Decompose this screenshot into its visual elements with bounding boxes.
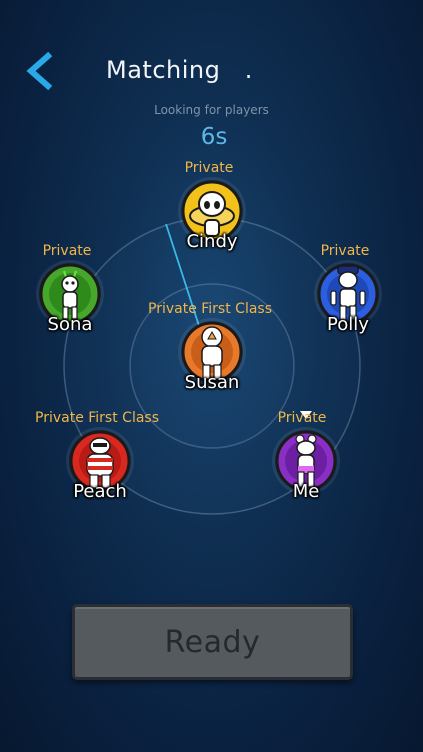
player-name: Cindy (186, 231, 238, 252)
player-rank: Private (320, 243, 370, 259)
ready-button[interactable]: Ready (72, 604, 353, 680)
player-rank: Private (42, 243, 92, 259)
player-name: Polly (327, 314, 369, 335)
player-rank: Private First Class (147, 301, 273, 317)
ready-button-label: Ready (164, 624, 261, 660)
player-rank: Private First Class (34, 410, 160, 426)
chevron-left-icon (26, 51, 53, 91)
player-name: Peach (73, 481, 127, 502)
player-rank: Private (277, 410, 327, 426)
back-button[interactable] (22, 51, 58, 91)
player-name: Sona (47, 314, 93, 335)
page-title: Matching . (106, 56, 253, 84)
status-subtitle: Looking for players (154, 103, 269, 117)
player-rank: Private (184, 160, 234, 176)
countdown-timer: 6s (200, 124, 228, 150)
player-name: Susan (184, 372, 240, 393)
player-name: Me (292, 481, 320, 502)
